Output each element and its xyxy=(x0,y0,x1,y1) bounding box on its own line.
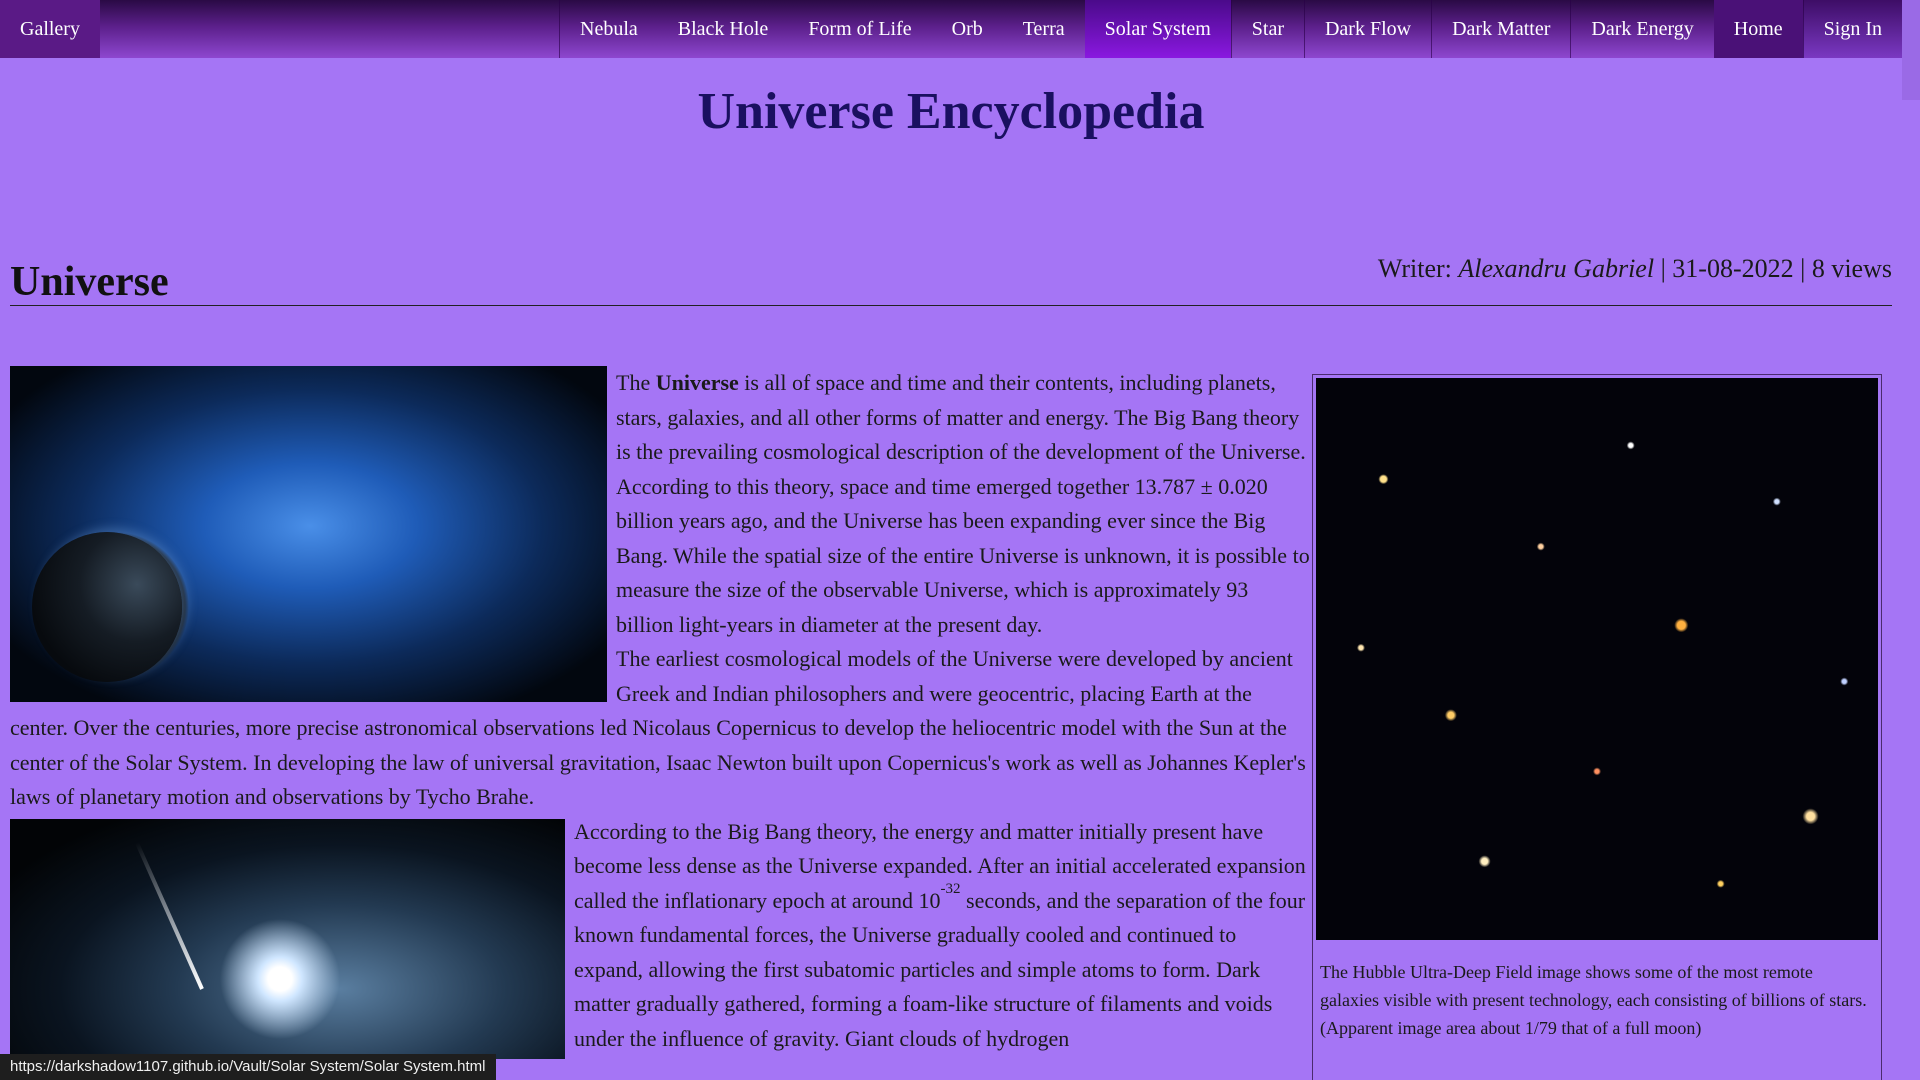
p1-rest: is all of space and time and their conte… xyxy=(616,370,1310,637)
view-count: 8 views xyxy=(1811,254,1892,283)
p1-prefix: The xyxy=(616,370,656,395)
nav-item-dark-flow[interactable]: Dark Flow xyxy=(1303,0,1431,58)
article-body: The Universe is all of space and time an… xyxy=(10,366,1310,1059)
nav-item-orb[interactable]: Orb xyxy=(932,0,1003,58)
nav-item-form-of-life[interactable]: Form of Life xyxy=(788,0,931,58)
nav-item-black-hole[interactable]: Black Hole xyxy=(658,0,789,58)
figure-caption: The Hubble Ultra-Deep Field image shows … xyxy=(1320,962,1867,1038)
article-title: Universe xyxy=(10,259,169,305)
exponent: -32 xyxy=(940,881,961,898)
nav-item-nebula[interactable]: Nebula xyxy=(560,0,658,58)
nav-gallery[interactable]: Gallery xyxy=(0,0,100,58)
status-bar-url: https://darkshadow1107.github.io/Vault/S… xyxy=(0,1054,496,1080)
nav-home[interactable]: Home xyxy=(1713,0,1803,58)
article-date: 31-08-2022 xyxy=(1672,254,1794,283)
writer-label: Writer: xyxy=(1377,254,1452,283)
site-title: Universe Encyclopedia xyxy=(697,83,1205,140)
scrollbar-thumb[interactable] xyxy=(1902,0,1920,100)
nav-item-star[interactable]: Star xyxy=(1230,0,1304,58)
nav-item-terra[interactable]: Terra xyxy=(1003,0,1085,58)
meta-separator: | xyxy=(1660,254,1673,283)
hubble-deep-field-image xyxy=(1316,378,1878,940)
nav-item-dark-energy[interactable]: Dark Energy xyxy=(1570,0,1713,58)
nav-item-solar-system[interactable]: Solar System xyxy=(1084,0,1231,58)
cosmic-swirl-image xyxy=(10,818,565,1059)
nav-sign-in[interactable]: Sign In xyxy=(1802,0,1902,58)
meta-separator: | xyxy=(1800,254,1812,283)
nav-item-dark-matter[interactable]: Dark Matter xyxy=(1431,0,1570,58)
light-beam xyxy=(135,841,204,990)
article-meta: Writer: Alexandru Gabriel | 31-08-2022 |… xyxy=(1378,254,1892,284)
article-header: Universe Writer: Alexandru Gabriel | 31-… xyxy=(10,254,1892,306)
top-nav: Gallery Nebula Black Hole Form of Life O… xyxy=(0,0,1902,58)
nebula-image xyxy=(10,366,607,702)
hubble-figure: The Hubble Ultra-Deep Field image shows … xyxy=(1312,374,1882,1080)
nav-topics: Nebula Black Hole Form of Life Orb Terra… xyxy=(559,0,1902,58)
p1-bold: Universe xyxy=(655,370,739,395)
planet-shape xyxy=(32,532,182,682)
writer-name: Alexandru Gabriel xyxy=(1458,254,1655,283)
